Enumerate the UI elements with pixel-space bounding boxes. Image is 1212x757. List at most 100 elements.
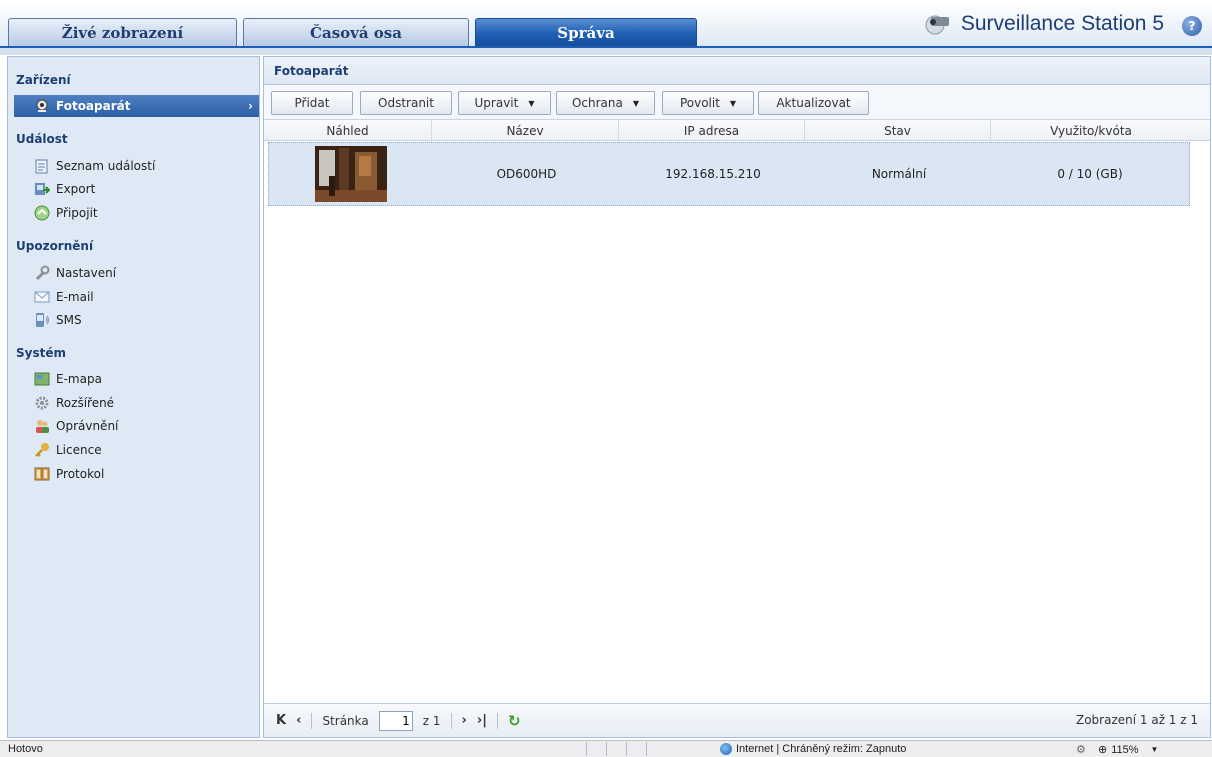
column-header-status[interactable]: Stav bbox=[805, 120, 991, 142]
protect-button-label: Ochrana bbox=[571, 96, 623, 110]
sms-icon bbox=[36, 313, 49, 327]
sidebar-group-system: Systém bbox=[16, 346, 66, 360]
brand-title: Surveillance Station 5 bbox=[960, 12, 1164, 35]
refresh-button[interactable]: Aktualizovat bbox=[758, 91, 869, 115]
enable-dropdown-button[interactable]: Povolit ▼ bbox=[662, 91, 754, 115]
page-total-label: z 1 bbox=[422, 713, 441, 728]
sidebar-group-devices: Zařízení bbox=[16, 73, 71, 87]
sidebar-item-camera[interactable]: Fotoaparát › bbox=[14, 95, 259, 117]
status-separator bbox=[626, 742, 627, 756]
browser-status-bar: Hotovo Internet | Chráněný režim: Zapnut… bbox=[0, 740, 1212, 757]
sidebar-item-emap[interactable]: E-mapa bbox=[14, 368, 254, 390]
enable-button-label: Povolit bbox=[679, 96, 720, 110]
protect-dropdown-button[interactable]: Ochrana ▼ bbox=[556, 91, 655, 115]
caret-down-icon: ▼ bbox=[729, 98, 737, 108]
zoom-icon: ⊕ bbox=[1098, 744, 1108, 756]
sidebar-item-log[interactable]: Protokol bbox=[14, 463, 254, 485]
pager-separator bbox=[450, 712, 452, 729]
status-separator bbox=[646, 742, 647, 756]
map-icon bbox=[34, 372, 50, 386]
tab-live-view[interactable]: Živé zobrazení bbox=[8, 18, 237, 46]
sidebar-item-connect[interactable]: Připojit bbox=[14, 202, 254, 224]
main-panel: Fotoaparát Přidat Odstranit Upravit ▼ Oc… bbox=[263, 56, 1211, 738]
tab-underline bbox=[0, 46, 1212, 55]
sidebar-item-email[interactable]: E-mail bbox=[14, 286, 254, 308]
mail-icon bbox=[34, 291, 50, 303]
sidebar-item-export[interactable]: Export bbox=[14, 178, 254, 200]
key-icon bbox=[35, 443, 49, 457]
globe-icon bbox=[720, 743, 732, 755]
sidebar-item-label: E-mail bbox=[56, 290, 94, 304]
pager-count-text: Zobrazení 1 až 1 z 1 bbox=[1075, 713, 1198, 727]
sidebar-item-label: Protokol bbox=[56, 467, 105, 481]
status-separator bbox=[586, 742, 587, 756]
sidebar-group-event: Událost bbox=[16, 132, 68, 146]
help-icon[interactable]: ? bbox=[1182, 16, 1202, 36]
table-row[interactable]: OD600HD 192.168.15.210 Normální 0 / 10 (… bbox=[268, 142, 1190, 206]
caret-down-icon: ▼ bbox=[528, 98, 535, 108]
sidebar: Zařízení Fotoaparát › Událost Seznam udá… bbox=[7, 56, 260, 738]
surveillance-camera-icon bbox=[925, 15, 949, 35]
column-header-ip[interactable]: IP adresa bbox=[619, 120, 805, 142]
edit-button-label: Upravit bbox=[474, 96, 519, 110]
event-list-icon bbox=[35, 159, 48, 174]
wrench-icon bbox=[35, 265, 50, 281]
column-header-quota[interactable]: Využito/kvóta bbox=[991, 120, 1191, 142]
column-header-name[interactable]: Název bbox=[432, 120, 619, 142]
column-header-preview[interactable]: Náhled bbox=[264, 120, 432, 142]
panel-title: Fotoaparát bbox=[264, 57, 1210, 85]
top-navigation-bar: Živé zobrazení Časová osa Správa Surveil… bbox=[0, 0, 1212, 46]
camera-icon bbox=[36, 99, 48, 112]
sidebar-item-sms[interactable]: SMS bbox=[14, 309, 254, 331]
edit-dropdown-button[interactable]: Upravit ▼ bbox=[458, 91, 551, 115]
brand-logo: Surveillance Station 5 bbox=[923, 10, 1164, 38]
previous-page-icon[interactable]: ‹ bbox=[296, 713, 301, 728]
sidebar-item-label: Licence bbox=[56, 443, 102, 457]
sidebar-item-label: Připojit bbox=[56, 206, 98, 220]
zoom-control[interactable]: ⊕ 115% ▼ bbox=[1098, 743, 1159, 757]
pager-separator bbox=[496, 712, 498, 729]
add-button[interactable]: Přidat bbox=[271, 91, 353, 115]
log-icon bbox=[34, 467, 50, 481]
ip-address-cell: 192.168.15.210 bbox=[665, 167, 761, 181]
gear-icon bbox=[35, 396, 49, 410]
page-label: Stránka bbox=[322, 713, 369, 728]
security-zone-label: Internet | Chráněný režim: Zapnuto bbox=[736, 743, 907, 755]
quota-cell: 0 / 10 (GB) bbox=[1057, 167, 1123, 181]
caret-down-icon: ▼ bbox=[632, 98, 640, 108]
security-zone[interactable]: Internet | Chráněný režim: Zapnuto bbox=[720, 743, 906, 755]
pagination-bar: K ‹ Stránka z 1 › ›| ↻ Zobrazení 1 až 1 … bbox=[264, 703, 1210, 737]
sidebar-item-label: Export bbox=[56, 182, 96, 196]
chevron-down-icon: ▼ bbox=[1150, 745, 1159, 754]
sidebar-item-event-list[interactable]: Seznam událostí bbox=[14, 155, 254, 177]
first-page-icon[interactable]: K bbox=[276, 713, 286, 728]
pager-separator bbox=[311, 712, 313, 729]
status-text: Hotovo bbox=[8, 743, 43, 755]
chevron-right-icon: › bbox=[248, 99, 253, 113]
zoom-level: 115% bbox=[1111, 743, 1139, 756]
refresh-icon[interactable]: ↻ bbox=[508, 712, 521, 730]
toolbar: Přidat Odstranit Upravit ▼ Ochrana ▼ Pov… bbox=[264, 85, 1210, 119]
sidebar-item-license[interactable]: Licence bbox=[14, 439, 254, 461]
sidebar-item-label: Oprávnění bbox=[56, 419, 119, 433]
sidebar-item-label: Rozšířené bbox=[56, 396, 115, 410]
camera-name-cell: OD600HD bbox=[496, 167, 557, 181]
preview-cell bbox=[269, 143, 433, 205]
status-separator bbox=[606, 742, 607, 756]
export-icon bbox=[35, 183, 50, 195]
sidebar-item-label: Nastavení bbox=[56, 266, 117, 280]
sidebar-item-advanced[interactable]: Rozšířené bbox=[14, 392, 254, 414]
last-page-icon[interactable]: ›| bbox=[477, 713, 487, 728]
tab-management[interactable]: Správa bbox=[475, 18, 697, 46]
sidebar-item-settings[interactable]: Nastavení bbox=[14, 262, 254, 284]
sidebar-item-permissions[interactable]: Oprávnění bbox=[14, 415, 254, 437]
tab-timeline[interactable]: Časová osa bbox=[243, 18, 469, 46]
users-icon bbox=[36, 420, 49, 433]
page-number-input[interactable] bbox=[378, 710, 413, 731]
protected-mode-icon[interactable]: ⚙ bbox=[1076, 743, 1086, 756]
connect-icon bbox=[34, 205, 50, 221]
sidebar-item-label: E-mapa bbox=[56, 372, 102, 386]
remove-button[interactable]: Odstranit bbox=[360, 91, 452, 115]
next-page-icon[interactable]: › bbox=[462, 713, 467, 728]
camera-preview-thumbnail bbox=[315, 146, 387, 202]
